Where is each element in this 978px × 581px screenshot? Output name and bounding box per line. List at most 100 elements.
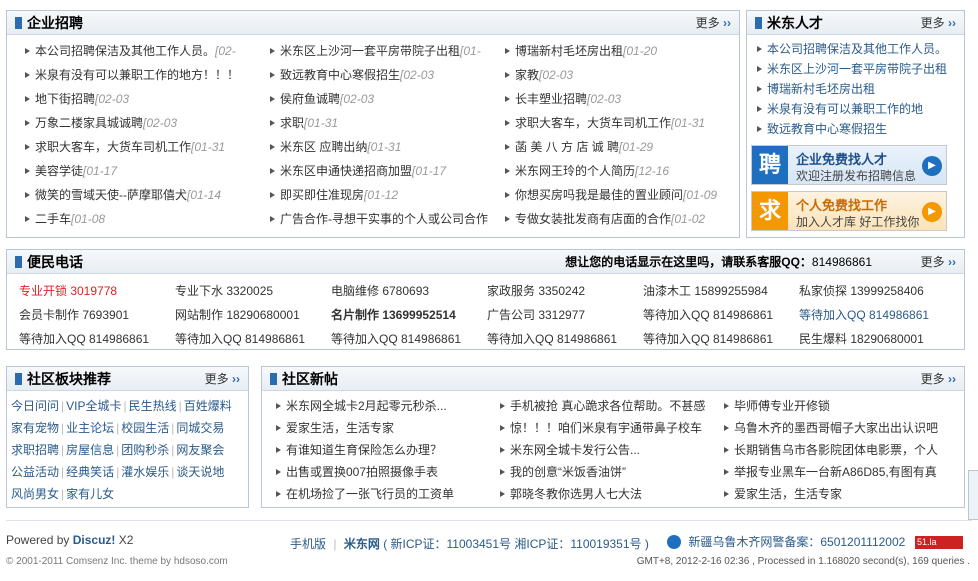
board-link[interactable]: 校园生活	[121, 421, 169, 435]
job-list-item[interactable]: 万象二楼家具城诚聘[02-03	[21, 113, 253, 133]
job-list-item[interactable]: 菡 美 八 方 店 诚 聘[01-29	[501, 137, 733, 157]
job-list-item[interactable]: 致远教育中心寒假招生[02-03	[266, 65, 494, 85]
board-link[interactable]: 民生热线	[129, 399, 177, 413]
job-list-item[interactable]: 米东区上沙河一套平房带院子出租[01-	[266, 41, 494, 61]
job-title-link[interactable]: 侯府鱼诚聘	[280, 92, 340, 106]
job-title-link[interactable]: 博瑞新村毛坯房出租	[515, 44, 623, 58]
phone-entry[interactable]: 会员卡制作 7693901	[19, 303, 171, 327]
phone-entry[interactable]: 专业开锁 3019778	[19, 279, 171, 303]
phone-entry[interactable]: 家政服务 3350242	[487, 279, 639, 303]
post-link[interactable]: 米东网全城卡2月起零元秒杀...	[272, 395, 482, 417]
board-link[interactable]: 家有儿女	[66, 487, 114, 501]
job-list-item[interactable]: 美容学徒[01-17	[21, 161, 253, 181]
job-title-link[interactable]: 米东网王玲的个人简历	[515, 164, 635, 178]
job-title-link[interactable]: 微笑的雪域天使--萨摩耶僖犬	[35, 188, 187, 202]
job-title-link[interactable]: 二手车	[35, 212, 71, 226]
post-link[interactable]: 爱家生活，生活专家	[272, 417, 482, 439]
site-home-link[interactable]: 米东网	[344, 537, 380, 551]
employer-promo-button[interactable]: 聘 企业免费找人才 欢迎注册发布招聘信息 ▶	[751, 145, 947, 185]
job-title-link[interactable]: 米东区上沙河一套平房带院子出租	[280, 44, 460, 58]
board-link[interactable]: 业主论坛	[66, 421, 114, 435]
job-list-item[interactable]: 广告合作-寻想干实事的个人或公司合作	[266, 209, 494, 229]
phone-entry[interactable]: 专业下水 3320025	[175, 279, 327, 303]
post-link[interactable]: 出售或置换007拍照摄像手表	[272, 461, 482, 483]
job-list-item[interactable]: 本公司招聘保洁及其他工作人员。[02-	[21, 41, 253, 61]
board-link[interactable]: VIP全城卡	[66, 399, 121, 413]
board-link[interactable]: 灌水娱乐	[121, 465, 169, 479]
job-title-link[interactable]: 家教	[515, 68, 539, 82]
job-title-link[interactable]: 地下街招聘	[35, 92, 95, 106]
post-link[interactable]: 举报专业黑车一台新A86D85,有图有真	[720, 461, 960, 483]
job-title-link[interactable]: 致远教育中心寒假招生	[280, 68, 400, 82]
job-list-item[interactable]: 地下街招聘[02-03	[21, 89, 253, 109]
job-list-item[interactable]: 家教[02-03	[501, 65, 733, 85]
board-link[interactable]: 今日问问	[11, 399, 59, 413]
job-title-link[interactable]: 菡 美 八 方 店 诚 聘	[515, 140, 619, 154]
post-link[interactable]: 有谁知道生育保险怎么办理？	[272, 439, 482, 461]
posts-more-link[interactable]: 更多	[921, 372, 956, 386]
job-title-link[interactable]: 你想买房吗我是最佳的置业顾问	[515, 188, 683, 202]
job-list-item[interactable]: 博瑞新村毛坯房出租[01-20	[501, 41, 733, 61]
phone-entry[interactable]: 私家侦探 13999258406	[799, 279, 951, 303]
police-record[interactable]: 新疆乌鲁木齐网警备案：6501201112002	[667, 533, 905, 550]
side-feedback-tab[interactable]	[968, 470, 978, 520]
job-list-item[interactable]: 即买即住准现房[01-12	[266, 185, 494, 205]
job-list-item[interactable]: 长丰塑业招聘[02-03	[501, 89, 733, 109]
job-title-link[interactable]: 求职大客车，大货车司机工作	[515, 116, 671, 130]
job-list-item[interactable]: 求职[01-31	[266, 113, 494, 133]
board-link[interactable]: 百姓爆料	[184, 399, 232, 413]
board-link[interactable]: 房屋信息	[66, 443, 114, 457]
job-list-item[interactable]: 二手车[01-08	[21, 209, 253, 229]
mobile-version-link[interactable]: 手机版	[290, 537, 326, 551]
board-link[interactable]: 网友聚会	[176, 443, 224, 457]
board-link[interactable]: 公益活动	[11, 465, 59, 479]
board-link[interactable]: 经典笑话	[66, 465, 114, 479]
job-title-link[interactable]: 万象二楼家具城诚聘	[35, 116, 143, 130]
post-link[interactable]: 乌鲁木齐的墨西哥帽子大家出出认识吧	[720, 417, 960, 439]
phone-entry[interactable]: 等待加入QQ 814986861	[643, 327, 795, 351]
job-list-item[interactable]: 你想买房吗我是最佳的置业顾问[01-09	[501, 185, 733, 205]
board-link[interactable]: 求职招聘	[11, 443, 59, 457]
talent-list-item[interactable]: 博瑞新村毛坯房出租	[753, 79, 958, 99]
job-title-link[interactable]: 即买即住准现房	[280, 188, 364, 202]
job-title-link[interactable]: 专做女装批发商有店面的合作	[515, 212, 671, 226]
phone-entry[interactable]: 等待加入QQ 814986861	[331, 327, 483, 351]
jobs-more-link[interactable]: 更多	[696, 16, 731, 30]
post-link[interactable]: 手机被抢 真心跪求各位帮助。不甚感	[496, 395, 708, 417]
post-link[interactable]: 长期销售乌市各影院团体电影票，个人	[720, 439, 960, 461]
job-title-link[interactable]: 米泉有没有可以兼职工作的地方！！！	[35, 68, 239, 82]
post-link[interactable]: 米东网全城卡发行公告...	[496, 439, 708, 461]
board-link[interactable]: 风尚男女	[11, 487, 59, 501]
phone-entry[interactable]: 等待加入QQ 814986861	[19, 327, 171, 351]
stats-badge[interactable]: 51.la	[915, 536, 963, 549]
phone-entry[interactable]: 等待加入QQ 814986861	[487, 327, 639, 351]
phone-entry[interactable]: 等待加入QQ 814986861	[175, 327, 327, 351]
job-title-link[interactable]: 长丰塑业招聘	[515, 92, 587, 106]
job-list-item[interactable]: 侯府鱼诚聘[02-03	[266, 89, 494, 109]
job-list-item[interactable]: 米泉有没有可以兼职工作的地方！！！	[21, 65, 253, 85]
job-title-link[interactable]: 本公司招聘保洁及其他工作人员。	[35, 44, 215, 58]
board-link[interactable]: 团购秒杀	[121, 443, 169, 457]
post-link[interactable]: 爱家生活，生活专家	[720, 483, 960, 505]
board-link[interactable]: 同城交易	[176, 421, 224, 435]
phone-entry[interactable]: 油漆木工 15899255984	[643, 279, 795, 303]
discuz-link[interactable]: Discuz!	[73, 533, 116, 547]
board-link[interactable]: 家有宠物	[11, 421, 59, 435]
boards-more-link[interactable]: 更多	[205, 372, 240, 386]
talent-list-item[interactable]: 米东区上沙河一套平房带院子出租	[753, 59, 958, 79]
phone-entry[interactable]: 广告公司 3312977	[487, 303, 639, 327]
phone-entry[interactable]: 网站制作 18290680001	[175, 303, 327, 327]
phone-entry[interactable]: 民生爆料 18290680001	[799, 327, 951, 351]
talent-list-item[interactable]: 米泉有没有可以兼职工作的地	[753, 99, 958, 119]
phones-more-link[interactable]: 更多	[921, 255, 956, 269]
post-link[interactable]: 毕师傅专业开修锁	[720, 395, 960, 417]
post-link[interactable]: 郭晓冬教你选男人七大法	[496, 483, 708, 505]
post-link[interactable]: 惊！！！咱们米泉有宇通带鼻子校车	[496, 417, 708, 439]
talent-more-link[interactable]: 更多	[921, 16, 956, 30]
job-list-item[interactable]: 专做女装批发商有店面的合作[01-02	[501, 209, 733, 229]
talent-list-item[interactable]: 致远教育中心寒假招生	[753, 119, 958, 139]
job-title-link[interactable]: 米东区 应聘出纳	[280, 140, 367, 154]
phone-entry[interactable]: 电脑维修 6780693	[331, 279, 483, 303]
job-title-link[interactable]: 米东区申通快递招商加盟	[280, 164, 412, 178]
job-title-link[interactable]: 求职大客车，大货车司机工作	[35, 140, 191, 154]
